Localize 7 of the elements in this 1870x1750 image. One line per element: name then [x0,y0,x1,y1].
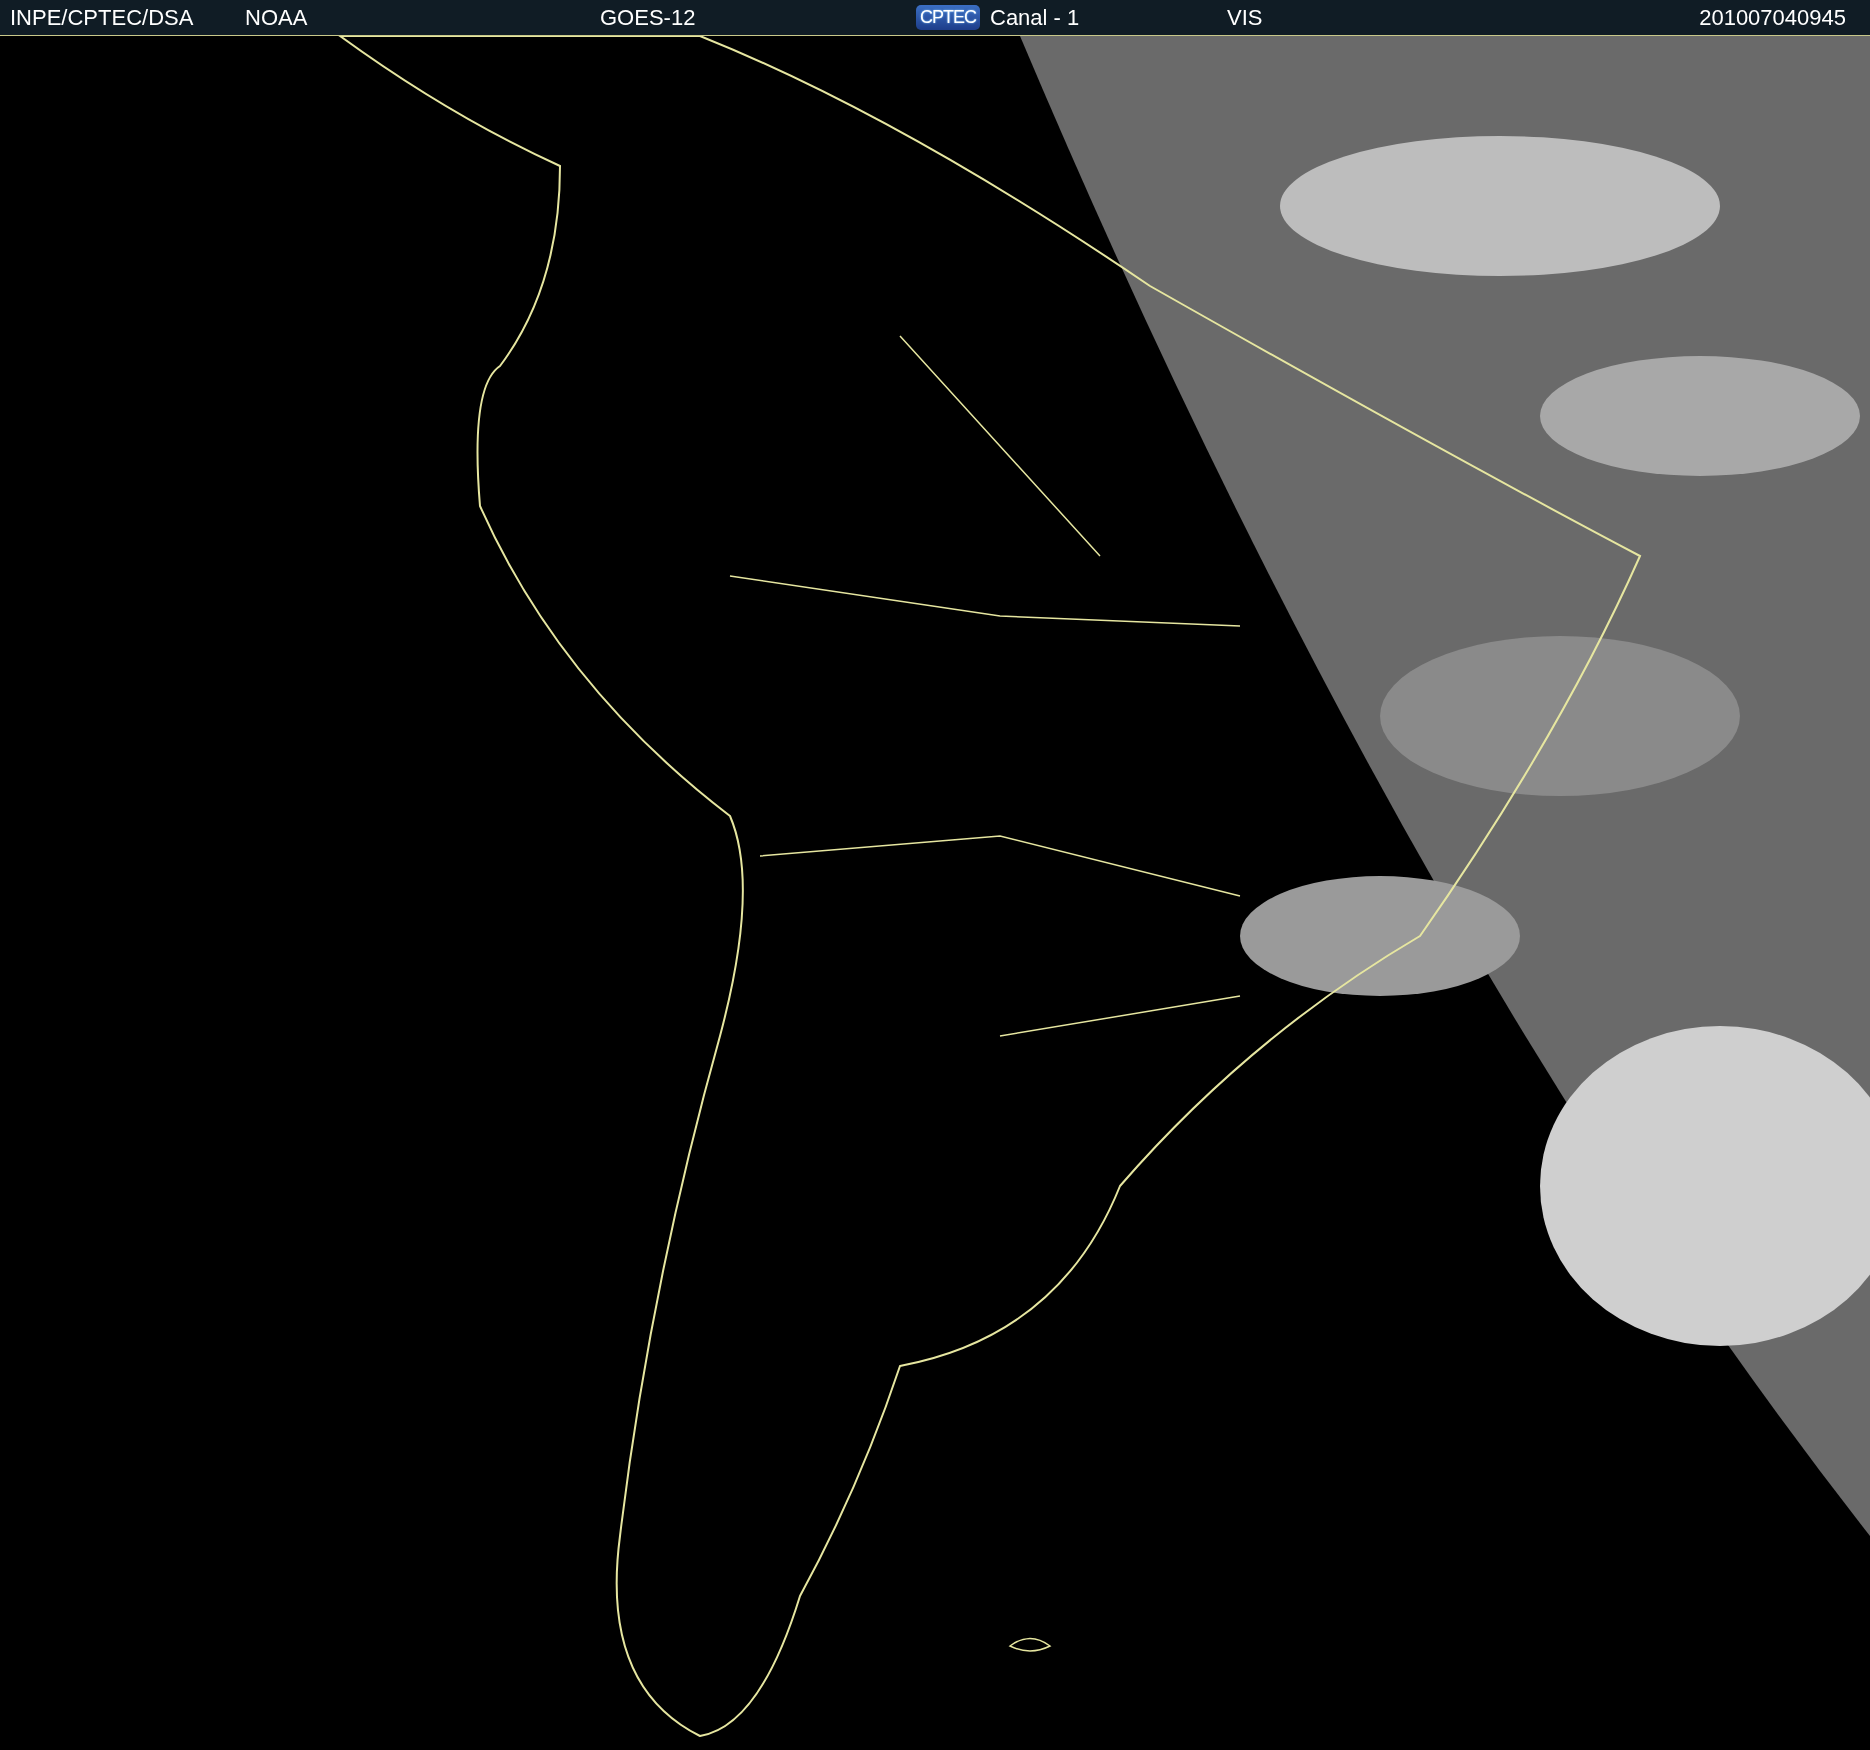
timestamp-label: 201007040945 [1699,4,1847,31]
channel-label: Canal - 1 [990,4,1081,31]
band-label: VIS [1227,4,1264,31]
logo: CPTEC [916,5,980,30]
agency-label: NOAA [245,4,309,31]
source-label: INPE/CPTEC/DSA [10,4,195,31]
satellite-label: GOES-12 [600,4,697,31]
